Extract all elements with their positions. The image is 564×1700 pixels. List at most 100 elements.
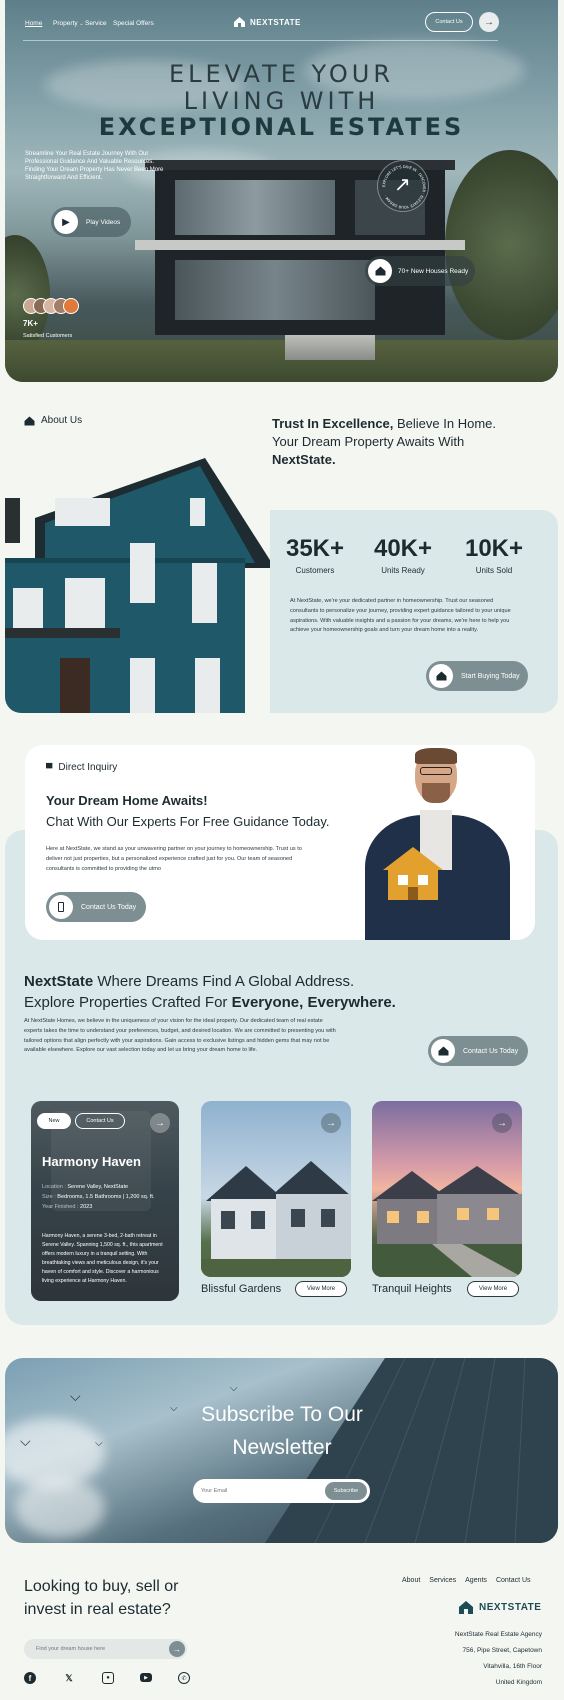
start-buying-label: Start Buying Today	[461, 672, 520, 680]
house-logo-icon	[234, 17, 245, 27]
youtube-icon[interactable]: ▶	[140, 1673, 152, 1682]
global-heading-reg2: Explore Properties Crafted For	[24, 994, 232, 1011]
stat-customers-label: Customers	[295, 566, 335, 575]
about-heading-bold1: Trust In Excellence,	[272, 416, 394, 431]
stat-units-ready-number: 40K+	[373, 535, 433, 562]
home-icon	[431, 1039, 455, 1063]
brand-logo[interactable]: NEXTSTATE	[233, 16, 301, 28]
about-heading-bold2: NextState.	[272, 452, 336, 468]
size-value: Bedrooms, 1.5 Bathrooms | 1,200 sq. ft.	[57, 1193, 155, 1200]
agent-photo	[360, 745, 515, 940]
inquiry-label: ▀ Direct Inquiry	[46, 762, 117, 773]
global-heading-bold1: NextState	[24, 973, 94, 990]
phone-icon	[49, 895, 73, 919]
size-label: Size :	[42, 1193, 56, 1200]
card-arrow-button[interactable]: →	[492, 1113, 512, 1133]
footer-search-input[interactable]	[36, 1646, 156, 1652]
hero-title-line2: LIVING WITH	[183, 87, 380, 115]
address-line: United Kingdom	[495, 1678, 542, 1686]
footer-link-agents[interactable]: Agents	[465, 1577, 487, 1584]
nav-special-offers[interactable]: Special Offers	[113, 20, 154, 27]
subscribe-button[interactable]: Subscribe	[325, 1482, 367, 1500]
property-card-tranquil[interactable]: →	[372, 1101, 522, 1277]
start-buying-button[interactable]: Start Buying Today	[426, 661, 528, 691]
footer-link-services[interactable]: Services	[429, 1577, 456, 1584]
arrow-right-icon: →	[484, 16, 494, 28]
featured-location-row: Location : Serene Valley, NextState	[42, 1183, 172, 1193]
property-name-blissful: Blissful Gardens	[201, 1283, 282, 1295]
inquiry-contact-button[interactable]: Contact Us Today	[46, 892, 146, 922]
featured-property-card[interactable]: New Contact Us → Harmony Haven Location …	[31, 1101, 179, 1301]
footer-search-button[interactable]: →	[169, 1641, 185, 1657]
social-links: f 𝕏 ● ▶ ✆	[24, 1672, 194, 1686]
footer-heading2: invest in real estate?	[24, 1601, 171, 1618]
customers-count: 7K+	[23, 319, 38, 328]
home-icon	[24, 416, 35, 425]
contact-us-button[interactable]: Contact Us	[425, 12, 473, 32]
contact-us-label: Contact Us	[435, 19, 463, 25]
view-more-tranquil[interactable]: View More	[467, 1281, 519, 1297]
stat-units-sold-number: 10K+	[464, 535, 524, 562]
subscribe-label: Subscribe	[333, 1488, 359, 1494]
nav-service[interactable]: Service	[85, 20, 107, 27]
view-more-blissful[interactable]: View More	[295, 1281, 347, 1297]
hero-title-line1: ELEVATE YOUR	[168, 60, 395, 88]
whatsapp-icon[interactable]: ✆	[178, 1672, 190, 1684]
newsletter-title1: Subscribe To Our	[201, 1403, 363, 1426]
newsletter-form: Subscribe	[193, 1479, 370, 1503]
about-label: About Us	[24, 415, 82, 426]
card-arrow-button[interactable]: →	[321, 1113, 341, 1133]
customer-avatars	[23, 298, 93, 316]
newsletter-title2: Newsletter	[232, 1436, 332, 1459]
footer-link-contact[interactable]: Contact Us	[496, 1577, 531, 1584]
about-heading: Trust In Excellence, Believe In Home. Yo…	[272, 415, 552, 470]
footer-brand-name: NEXTSTATE	[479, 1602, 542, 1613]
arrow-right-icon: →	[173, 1644, 181, 1654]
location-value: Serene Valley, NextState	[67, 1184, 129, 1190]
new-houses-badge[interactable]: 70+ New Houses Ready	[365, 256, 475, 286]
stat-customers-number: 35K+	[285, 535, 345, 562]
stat-units-ready-label: Units Ready	[381, 566, 425, 575]
tag-contact-us-label: Contact Us	[86, 1118, 114, 1124]
email-input[interactable]	[201, 1488, 311, 1494]
global-heading-bold2: Everyone, Everywhere.	[231, 994, 396, 1011]
play-icon: ▶	[54, 210, 78, 234]
location-label: Location :	[42, 1184, 66, 1190]
about-paragraph: At NextState, we're your dedicated partn…	[290, 598, 511, 634]
featured-name: Harmony Haven	[42, 1154, 141, 1169]
address-line: 756, Pipe Street, Capetown	[462, 1646, 543, 1654]
nav-property-label: Property	[53, 20, 78, 27]
nav-arrow-button[interactable]: →	[479, 12, 499, 32]
nav-home[interactable]: Home	[25, 20, 42, 27]
x-twitter-icon[interactable]: 𝕏	[63, 1672, 75, 1684]
property-card-blissful[interactable]: →	[201, 1101, 351, 1277]
card-arrow-button[interactable]: →	[150, 1113, 170, 1133]
global-contact-button[interactable]: Contact Us Today	[428, 1036, 528, 1066]
tag-new[interactable]: New	[37, 1113, 71, 1129]
facebook-icon[interactable]: f	[24, 1672, 36, 1684]
footer-heading1: Looking to buy, sell or	[24, 1578, 179, 1595]
tag-contact-us[interactable]: Contact Us	[75, 1113, 125, 1129]
year-label: Year Finished :	[42, 1203, 79, 1210]
global-heading-reg1: Where Dreams Find A Global Address.	[93, 973, 355, 990]
about-heading-reg1: Believe In Home.	[393, 416, 496, 431]
year-value: 2023	[80, 1203, 93, 1210]
instagram-icon[interactable]: ●	[102, 1672, 114, 1684]
avatar	[63, 298, 79, 314]
arrow-up-right-icon: ↗	[394, 174, 411, 196]
global-heading2: Explore Properties Crafted For Everyone,…	[24, 994, 396, 1011]
explore-round-badge[interactable]: EXPLORE LET'S DIVE IN · DISCOVER · ELEVA…	[377, 160, 429, 212]
nav-property[interactable]: Property ⌄	[53, 20, 84, 27]
play-videos-button[interactable]: ▶ Play Videos	[51, 207, 131, 237]
hero-section: Home Property ⌄ Service Special Offers N…	[5, 0, 558, 382]
footer-link-about[interactable]: About	[402, 1577, 420, 1584]
inquiry-label-text: Direct Inquiry	[58, 762, 118, 773]
customers-label: Satisfied Customers	[23, 333, 73, 339]
about-heading-reg2: Your Dream Property Awaits With	[272, 434, 465, 450]
tag-new-label: New	[48, 1118, 60, 1124]
house-logo-icon	[459, 1601, 473, 1614]
footer-brand[interactable]: NEXTSTATE	[458, 1600, 541, 1615]
hero-subtitle: Streamline Your Real Estate Journey With…	[25, 151, 164, 182]
arrow-right-icon: →	[326, 1117, 336, 1129]
home-icon	[429, 664, 453, 688]
